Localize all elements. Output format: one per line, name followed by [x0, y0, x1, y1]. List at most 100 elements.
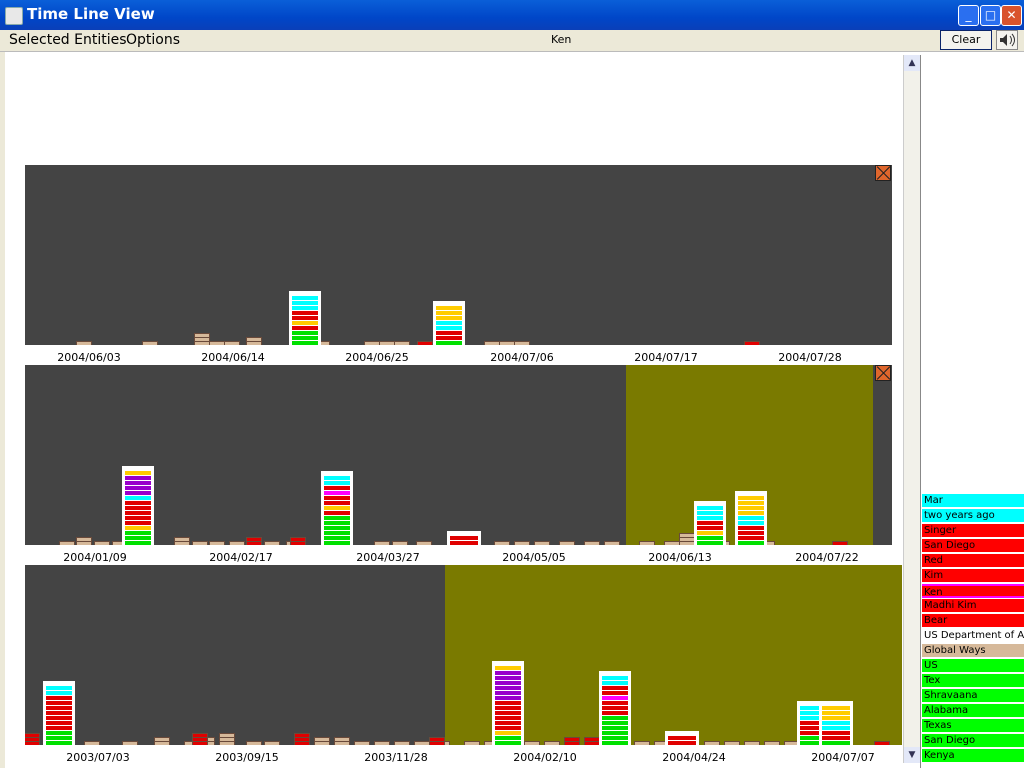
scroll-down-icon[interactable]: ▼	[904, 747, 920, 763]
maximize-button[interactable]: □	[980, 5, 1001, 26]
axis-tick: 2004/05/05	[502, 551, 566, 564]
legend-item[interactable]: Shravaana	[922, 689, 1024, 703]
event-mark	[46, 696, 72, 700]
event-mark	[94, 541, 110, 545]
legend-item[interactable]: Global Ways	[922, 644, 1024, 658]
event-mark	[192, 741, 208, 745]
event-mark	[364, 341, 380, 345]
event-mark	[25, 737, 40, 742]
minimize-button[interactable]: _	[958, 5, 979, 26]
vertical-scrollbar[interactable]: ▲ ▼	[903, 55, 920, 763]
window-title: Time Line View	[27, 5, 155, 23]
event-mark	[292, 296, 318, 300]
event-mark	[495, 726, 521, 730]
axis-tick: 2004/06/03	[57, 351, 121, 364]
event-mark	[292, 311, 318, 315]
timeline-panel-3	[25, 565, 902, 745]
event-mark	[46, 686, 72, 690]
event-mark	[76, 541, 92, 545]
event-mark	[744, 341, 760, 345]
legend-item[interactable]: Kenya	[922, 749, 1024, 763]
menu-options[interactable]: Options	[126, 32, 180, 48]
event-mark	[392, 541, 408, 545]
event-mark	[697, 526, 723, 530]
event-mark	[602, 731, 628, 735]
legend-item[interactable]: Bear	[922, 614, 1024, 628]
event-mark	[495, 701, 521, 705]
legend-item[interactable]: Texas	[922, 719, 1024, 733]
event-mark	[544, 741, 560, 745]
event-mark	[125, 481, 151, 485]
event-mark	[125, 536, 151, 540]
event-mark	[495, 716, 521, 720]
event-mark	[738, 521, 764, 525]
event-mark	[697, 531, 723, 535]
event-mark	[738, 516, 764, 520]
event-mark	[697, 521, 723, 525]
event-mark	[564, 741, 580, 745]
event-mark	[822, 711, 850, 715]
axis-tick: 2004/07/17	[634, 351, 698, 364]
legend-item[interactable]: Red	[922, 554, 1024, 568]
axis-tick: 2004/01/09	[63, 551, 127, 564]
event-mark	[154, 737, 170, 742]
event-mark	[602, 711, 628, 715]
clear-button[interactable]: Clear	[940, 30, 992, 50]
legend-item[interactable]: Mar	[922, 494, 1024, 508]
legend-item[interactable]: Kim	[922, 569, 1024, 583]
event-mark	[436, 341, 462, 345]
legend-item[interactable]: San Diego	[922, 734, 1024, 748]
event-mark	[125, 531, 151, 535]
close-panel-icon[interactable]	[875, 365, 891, 381]
close-button[interactable]: ✕	[1001, 5, 1022, 26]
speaker-icon[interactable]	[996, 30, 1018, 50]
event-mark	[324, 481, 350, 485]
event-mark	[125, 471, 151, 475]
event-mark	[334, 741, 350, 745]
event-mark	[744, 741, 760, 745]
event-mark	[738, 526, 764, 530]
event-mark	[584, 541, 600, 545]
event-mark	[495, 681, 521, 685]
event-mark	[602, 706, 628, 710]
event-mark	[602, 691, 628, 695]
event-mark	[634, 741, 650, 745]
event-mark	[704, 741, 720, 745]
event-mark	[246, 537, 262, 542]
event-mark	[154, 741, 170, 745]
legend-item[interactable]: Tex	[922, 674, 1024, 688]
legend-item[interactable]: Madhi Kim	[922, 599, 1024, 613]
event-mark	[738, 496, 764, 500]
event-mark	[292, 331, 318, 335]
legend-item[interactable]: Singer	[922, 524, 1024, 538]
axis-tick: 2004/04/24	[662, 751, 726, 764]
event-mark	[602, 701, 628, 705]
event-mark	[495, 736, 521, 740]
event-mark	[822, 726, 850, 730]
entity-legend: Mar two years ago Singer San Diego Red Kim Ken…	[920, 55, 1024, 768]
legend-item[interactable]: US	[922, 659, 1024, 673]
event-mark	[436, 306, 462, 310]
event-mark	[524, 741, 540, 745]
axis-tick: 2004/07/06	[490, 351, 554, 364]
event-mark	[604, 541, 620, 545]
event-mark	[290, 537, 306, 542]
axis-tick: 2003/07/03	[66, 751, 130, 764]
event-mark	[292, 341, 318, 345]
event-mark	[602, 681, 628, 685]
event-mark	[394, 341, 410, 345]
event-mark	[76, 537, 92, 542]
timeline-axis-1: 2004/06/03 2004/06/14 2004/06/25 2004/07…	[25, 347, 902, 367]
legend-item[interactable]: Alabama	[922, 704, 1024, 718]
legend-item[interactable]: two years ago	[922, 509, 1024, 523]
legend-item[interactable]: US Department of Agr	[922, 629, 1024, 643]
close-panel-icon[interactable]	[875, 165, 891, 181]
event-mark	[324, 516, 350, 520]
event-mark	[697, 506, 723, 510]
scroll-up-icon[interactable]: ▲	[904, 55, 920, 71]
event-mark	[414, 741, 430, 745]
event-mark	[679, 537, 695, 542]
menu-selected-entities[interactable]: Selected Entities	[9, 32, 127, 48]
legend-item[interactable]: Ken	[922, 584, 1024, 598]
legend-item[interactable]: San Diego	[922, 539, 1024, 553]
